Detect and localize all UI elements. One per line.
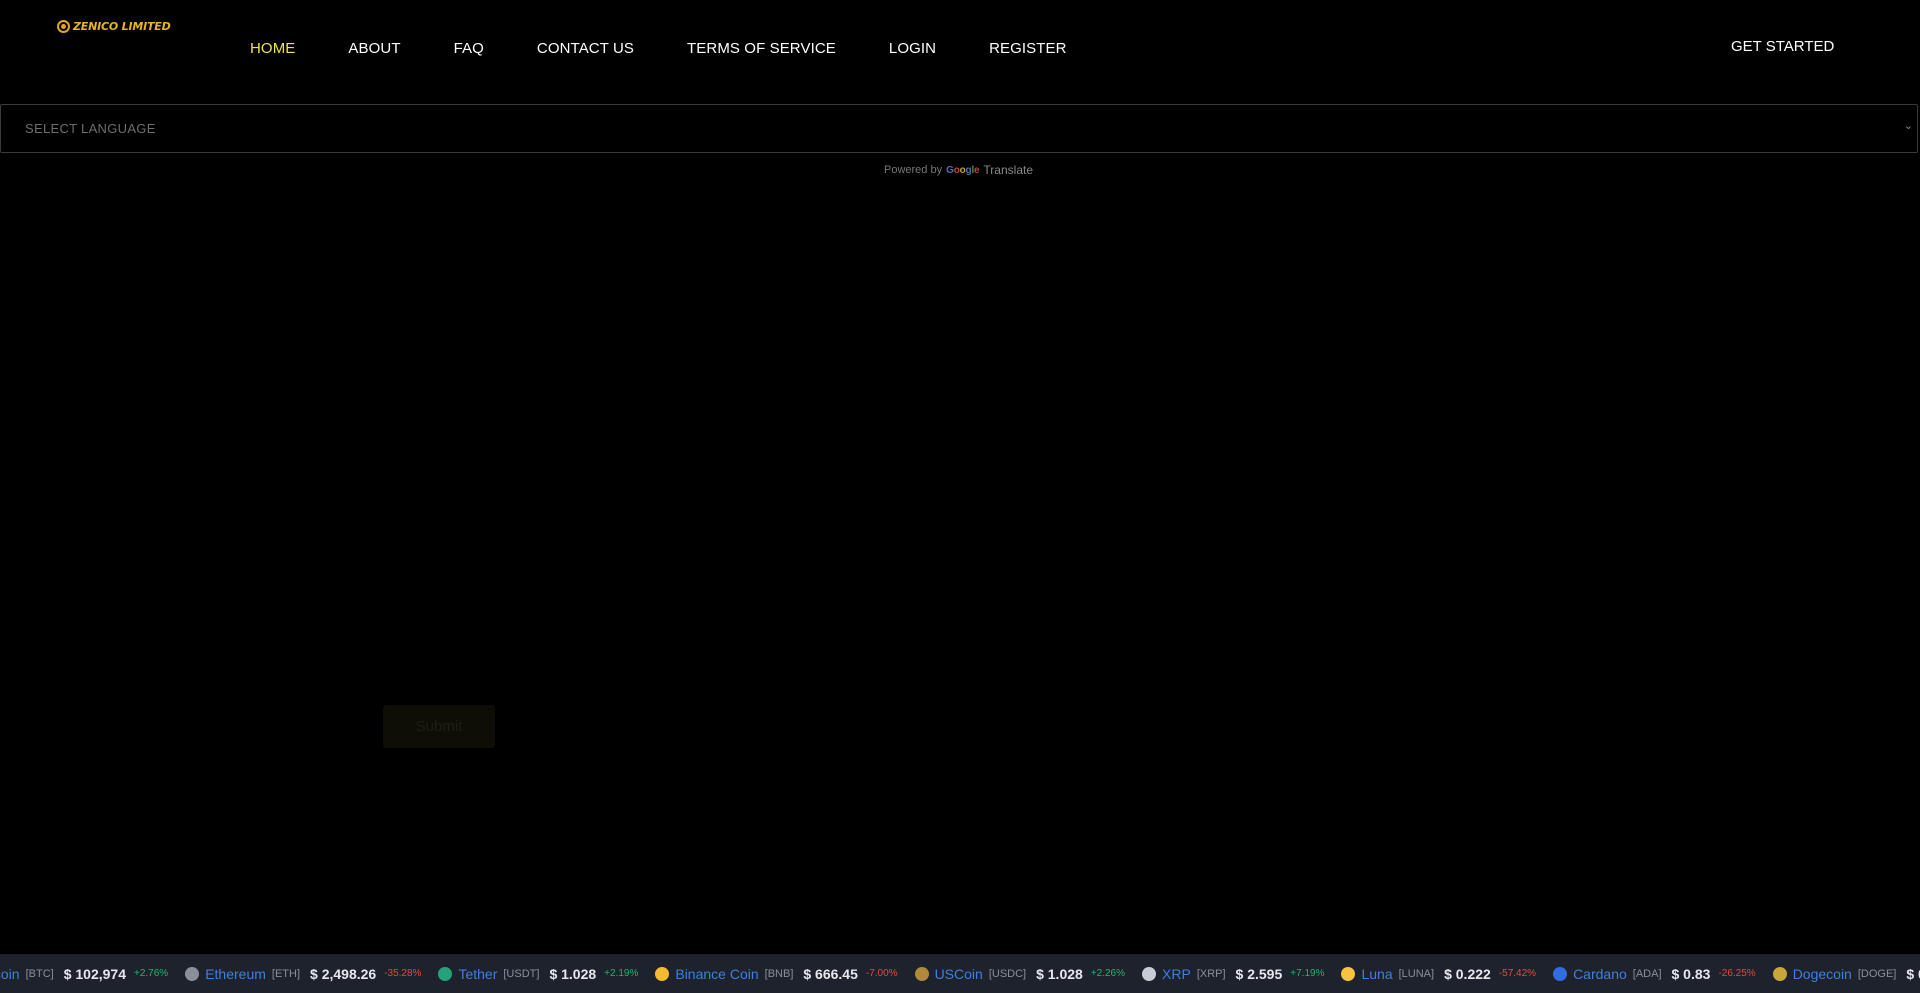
ethereum-icon (185, 966, 200, 981)
nav-contact-us[interactable]: CONTACT US (537, 40, 634, 57)
nav-login[interactable]: LOGIN (889, 40, 936, 57)
get-started-button[interactable]: GET STARTED (1731, 38, 1834, 55)
ticker-item-uscoin[interactable]: USCoin [USDC] $ 1.028 +2.26% (914, 954, 1126, 993)
main-nav: HOME ABOUT FAQ CONTACT US TERMS OF SERVI… (250, 40, 1120, 57)
ticker-coin-symbol: [XRP] (1196, 967, 1226, 980)
ticker-coin-symbol: [ETH] (271, 967, 301, 980)
ticker-coin-name: USCoin (934, 965, 983, 982)
ticker-coin-price: $ 0 (1906, 965, 1920, 982)
translate-link[interactable]: Translate (983, 163, 1033, 177)
ticker-coin-price: $ 2.595 (1235, 965, 1283, 982)
ticker-coin-price: $ 0.222 (1444, 965, 1491, 982)
nav-faq[interactable]: FAQ (454, 40, 484, 57)
ticker-coin-price: $ 0.83 (1671, 965, 1711, 982)
ticker-item-bitcoin[interactable]: tcoin [BTC] $ 102,974 +2.76% (0, 954, 168, 993)
site-header: ZENICO LIMITED HOME ABOUT FAQ CONTACT US… (0, 0, 1920, 100)
dogecoin-icon (1772, 966, 1787, 981)
nav-terms-of-service[interactable]: TERMS OF SERVICE (687, 40, 836, 57)
ticker-coin-symbol: [USDT] (503, 967, 540, 980)
language-select-label: SELECT LANGUAGE (25, 121, 156, 136)
ticker-coin-change: +2.19% (604, 968, 639, 979)
ticker-coin-change: -7.00% (865, 968, 898, 979)
nav-about[interactable]: ABOUT (348, 40, 400, 57)
ticker-coin-price: $ 1.028 (549, 965, 597, 982)
ticker-coin-change: +2.26% (1090, 968, 1126, 979)
ticker-coin-name: Luna (1361, 965, 1393, 982)
logo-icon (57, 20, 70, 33)
luna-icon (1341, 966, 1356, 981)
uscoin-icon (914, 966, 929, 981)
ticker-coin-price: $ 102,974 (63, 965, 126, 982)
ticker-item-dogecoin[interactable]: Dogecoin [DOGE] $ 0 (1772, 954, 1920, 993)
chevron-down-icon: ⌄ (1903, 120, 1913, 132)
ticker-coin-name: Cardano (1573, 965, 1627, 982)
ticker-coin-symbol: [LUNA] (1398, 967, 1435, 980)
ticker-coin-symbol: [BTC] (25, 967, 54, 980)
ticker-coin-name: Ethereum (205, 965, 266, 982)
ticker-coin-price: $ 1.028 (1036, 965, 1083, 982)
ticker-item-tether[interactable]: Tether [USDT] $ 1.028 +2.19% (438, 954, 638, 993)
crypto-ticker[interactable]: tcoin [BTC] $ 102,974 +2.76% Ethereum [ETH] $ … (0, 954, 1920, 993)
site-logo[interactable]: ZENICO LIMITED (57, 20, 171, 33)
ticker-coin-name: Dogecoin (1792, 965, 1852, 982)
ticker-item-cardano[interactable]: Cardano [ADA] $ 0.83 -26.25% (1553, 954, 1756, 993)
ticker-item-ethereum[interactable]: Ethereum [ETH] $ 2,498.26 -35.28% (185, 954, 421, 993)
submit-button[interactable]: Submit (383, 705, 495, 748)
google-logo: Google (946, 164, 980, 176)
ticker-track: tcoin [BTC] $ 102,974 +2.76% Ethereum [ETH] $ … (0, 954, 1920, 993)
tether-icon (438, 966, 453, 981)
ticker-item-xrp[interactable]: XRP [XRP] $ 2.595 +7.19% (1142, 954, 1324, 993)
ticker-coin-name: Binance Coin (675, 965, 759, 982)
logo-text: ZENICO LIMITED (73, 20, 171, 33)
ticker-coin-symbol: [ADA] (1632, 967, 1662, 980)
powered-by-text: Powered by (884, 164, 943, 176)
ticker-coin-symbol: [DOGE] (1857, 967, 1897, 980)
language-select[interactable]: SELECT LANGUAGE ⌄ (0, 104, 1918, 153)
ticker-coin-change: -57.42% (1498, 968, 1537, 979)
ticker-coin-symbol: [USDC] (988, 967, 1027, 980)
ticker-item-binance-coin[interactable]: Binance Coin [BNB] $ 666.45 -7.00% (655, 954, 898, 993)
xrp-icon (1142, 966, 1157, 981)
powered-by-google-translate: Powered by Google Translate (884, 163, 1033, 177)
ticker-coin-price: $ 2,498.26 (310, 965, 377, 982)
ticker-coin-change: -26.25% (1718, 968, 1756, 979)
ticker-coin-price: $ 666.45 (803, 965, 858, 982)
ticker-coin-name: Tether (458, 965, 498, 982)
nav-home[interactable]: HOME (250, 40, 295, 57)
cardano-icon (1553, 966, 1568, 981)
ticker-item-luna[interactable]: Luna [LUNA] $ 0.222 -57.42% (1341, 954, 1536, 993)
ticker-coin-change: +2.76% (134, 968, 169, 979)
ticker-coin-symbol: [BNB] (764, 967, 794, 980)
ticker-coin-name: tcoin (0, 965, 20, 982)
ticker-coin-change: -35.28% (384, 968, 422, 979)
ticker-coin-change: +7.19% (1290, 968, 1325, 979)
ticker-coin-name: XRP (1162, 965, 1191, 982)
nav-register[interactable]: REGISTER (989, 40, 1066, 57)
binance-icon (655, 966, 670, 981)
